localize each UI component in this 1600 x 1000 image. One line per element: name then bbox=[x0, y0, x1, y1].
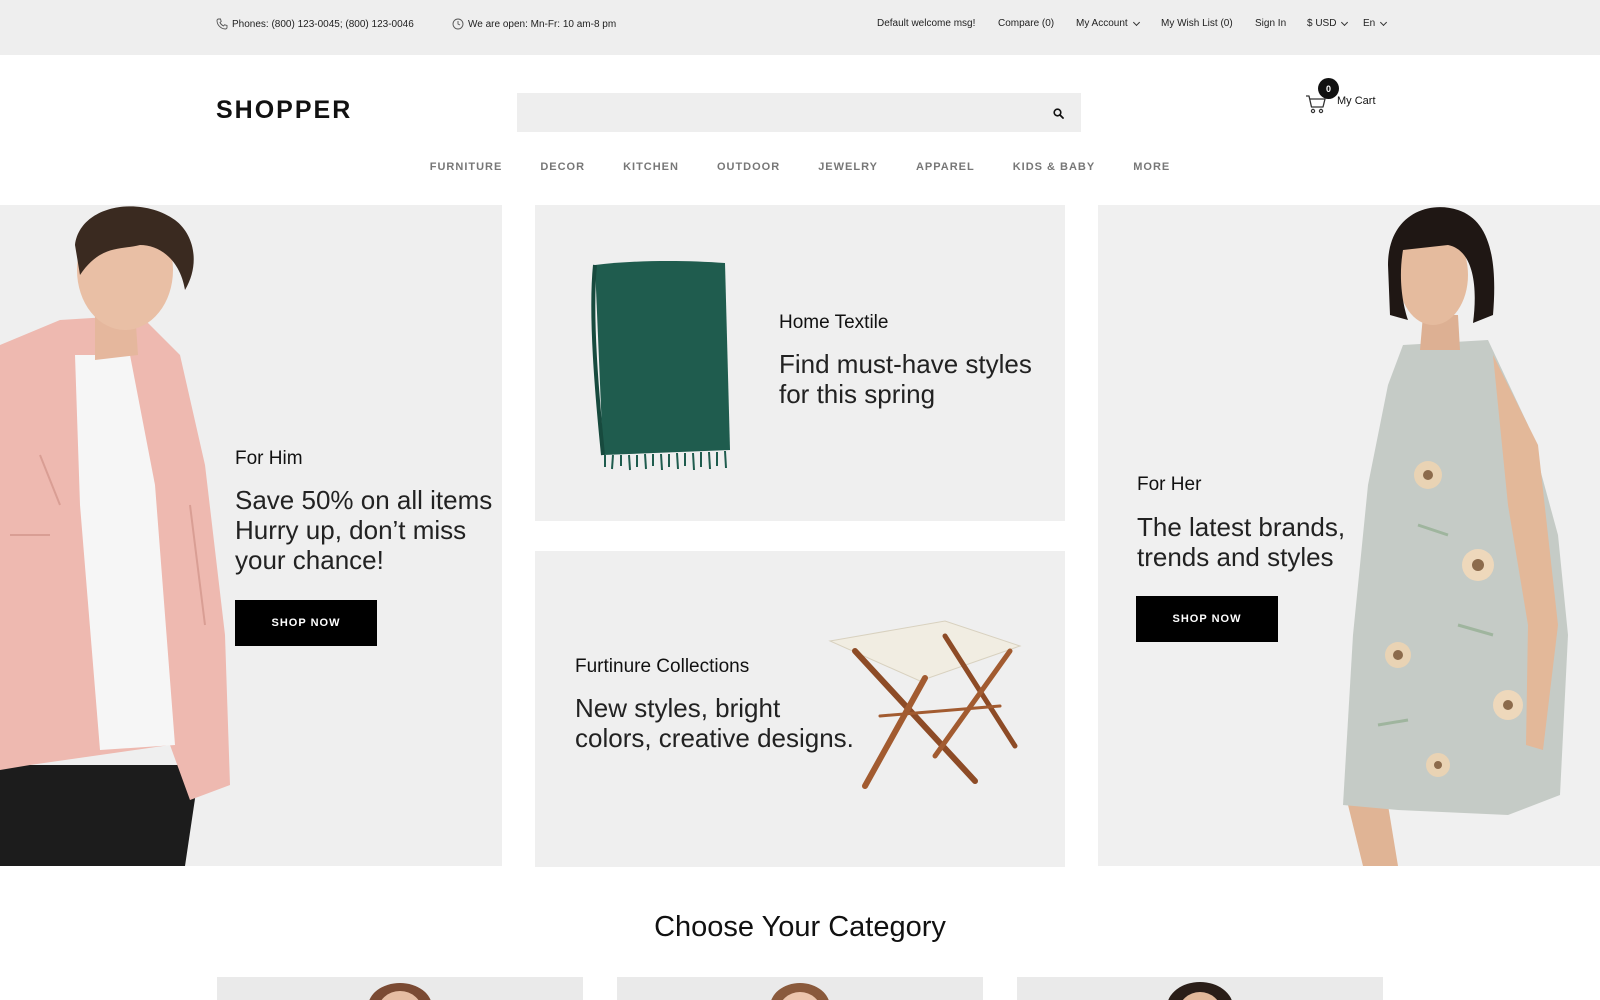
search-icon bbox=[1052, 107, 1064, 119]
wishlist-link[interactable]: My Wish List (0) bbox=[1161, 18, 1233, 29]
welcome-text: Default welcome msg! bbox=[877, 18, 976, 29]
welcome-message: Default welcome msg! bbox=[877, 18, 975, 29]
category-card[interactable] bbox=[217, 977, 583, 1000]
compare-link[interactable]: Compare (0) bbox=[998, 18, 1054, 29]
category-image bbox=[1168, 982, 1232, 1000]
shop-now-him-button[interactable]: SHOP NOW bbox=[235, 600, 377, 646]
banner-furniture-text: New styles, bright colors, creative desi… bbox=[575, 693, 854, 753]
category-card[interactable] bbox=[617, 977, 983, 1000]
category-image bbox=[369, 983, 431, 1000]
banner-for-him[interactable]: For Him Save 50% on all items Hurry up, … bbox=[0, 205, 502, 866]
nav-item-kitchen[interactable]: KITCHEN bbox=[623, 161, 679, 173]
banner-furniture-collections[interactable]: Furtinure Collections New styles, bright… bbox=[535, 551, 1065, 867]
nav-item-decor[interactable]: DECOR bbox=[540, 161, 585, 173]
wishlist-label: My Wish List (0) bbox=[1161, 18, 1233, 29]
banner-her-text: The latest brands, trends and styles bbox=[1137, 512, 1345, 572]
banner-textile-line: for this spring bbox=[779, 379, 936, 409]
phones-info: Phones: (800) 123-0045; (800) 123-0046 bbox=[216, 18, 414, 30]
nav-item-more[interactable]: MORE bbox=[1133, 161, 1170, 173]
banner-her-title: For Her bbox=[1137, 474, 1202, 495]
folding-stool-image bbox=[828, 620, 1022, 789]
shop-now-her-button[interactable]: SHOP NOW bbox=[1136, 596, 1278, 642]
currency-label: $ USD bbox=[1307, 18, 1337, 29]
banner-him-line: Save 50% on all items bbox=[235, 485, 493, 515]
language-label: En bbox=[1363, 18, 1376, 29]
my-account-dropdown[interactable]: My Account bbox=[1076, 18, 1140, 29]
cart-count-badge: 0 bbox=[1318, 78, 1339, 99]
banner-furniture-title: Furtinure Collections bbox=[575, 656, 750, 677]
account-label: My Account bbox=[1076, 18, 1128, 29]
banner-him-line: your chance! bbox=[235, 545, 384, 575]
banner-him-line: Hurry up, don’t miss bbox=[235, 515, 467, 545]
category-card[interactable] bbox=[1017, 977, 1383, 1000]
compare-label: Compare (0) bbox=[998, 18, 1055, 29]
hours-text: We are open: Mn-Fr: 10 am-8 pm bbox=[468, 18, 617, 30]
clock-icon bbox=[452, 18, 464, 30]
cart-label: My Cart bbox=[1337, 95, 1376, 107]
top-bar: Phones: (800) 123-0045; (800) 123-0046 W… bbox=[0, 0, 1600, 55]
mini-cart[interactable]: 0 My Cart bbox=[1305, 78, 1376, 115]
hours-info: We are open: Mn-Fr: 10 am-8 pm bbox=[452, 18, 616, 30]
banner-home-textile[interactable]: Home Textile Find must-have styles for t… bbox=[535, 205, 1065, 521]
banner-furniture-line: New styles, bright bbox=[575, 693, 781, 723]
chevron-down-icon bbox=[1380, 18, 1388, 26]
search-button[interactable] bbox=[1049, 104, 1067, 122]
banner-textile-text: Find must-have styles for this spring bbox=[779, 349, 1032, 409]
banner-textile-line: Find must-have styles bbox=[779, 349, 1032, 379]
category-image bbox=[771, 983, 829, 1000]
banner-textile-title: Home Textile bbox=[779, 312, 889, 333]
nav-item-kids-baby[interactable]: KIDS & BABY bbox=[1013, 161, 1096, 173]
site-logo[interactable]: SHOPPER bbox=[216, 96, 352, 125]
nav-item-furniture[interactable]: FURNITURE bbox=[430, 161, 503, 173]
sign-in-link[interactable]: Sign In bbox=[1255, 18, 1286, 29]
banner-furniture-line: colors, creative designs. bbox=[575, 723, 854, 753]
banner-her-line: trends and styles bbox=[1137, 542, 1334, 572]
nav-item-jewelry[interactable]: JEWELRY bbox=[818, 161, 878, 173]
search-bar bbox=[517, 93, 1081, 132]
banner-him-title: For Him bbox=[235, 448, 303, 469]
chevron-down-icon bbox=[1132, 18, 1140, 26]
phone-icon bbox=[216, 18, 228, 30]
blanket-image bbox=[591, 260, 730, 471]
chevron-down-icon bbox=[1341, 18, 1349, 26]
phones-text: Phones: (800) 123-0045; (800) 123-0046 bbox=[232, 18, 414, 30]
section-title-categories: Choose Your Category bbox=[654, 911, 946, 943]
nav-item-apparel[interactable]: APPAREL bbox=[916, 161, 975, 173]
language-dropdown[interactable]: En bbox=[1363, 18, 1388, 29]
signin-label: Sign In bbox=[1255, 18, 1287, 29]
main-navigation: FURNITURE DECOR KITCHEN OUTDOOR JEWELRY … bbox=[0, 161, 1600, 173]
currency-dropdown[interactable]: $ USD bbox=[1307, 18, 1349, 29]
search-input[interactable] bbox=[517, 93, 1081, 132]
nav-item-outdoor[interactable]: OUTDOOR bbox=[717, 161, 780, 173]
banner-for-her[interactable]: For Her The latest brands, trends and st… bbox=[1098, 205, 1600, 866]
banner-him-text: Save 50% on all items Hurry up, don’t mi… bbox=[235, 485, 492, 575]
banner-her-line: The latest brands, bbox=[1137, 512, 1346, 542]
